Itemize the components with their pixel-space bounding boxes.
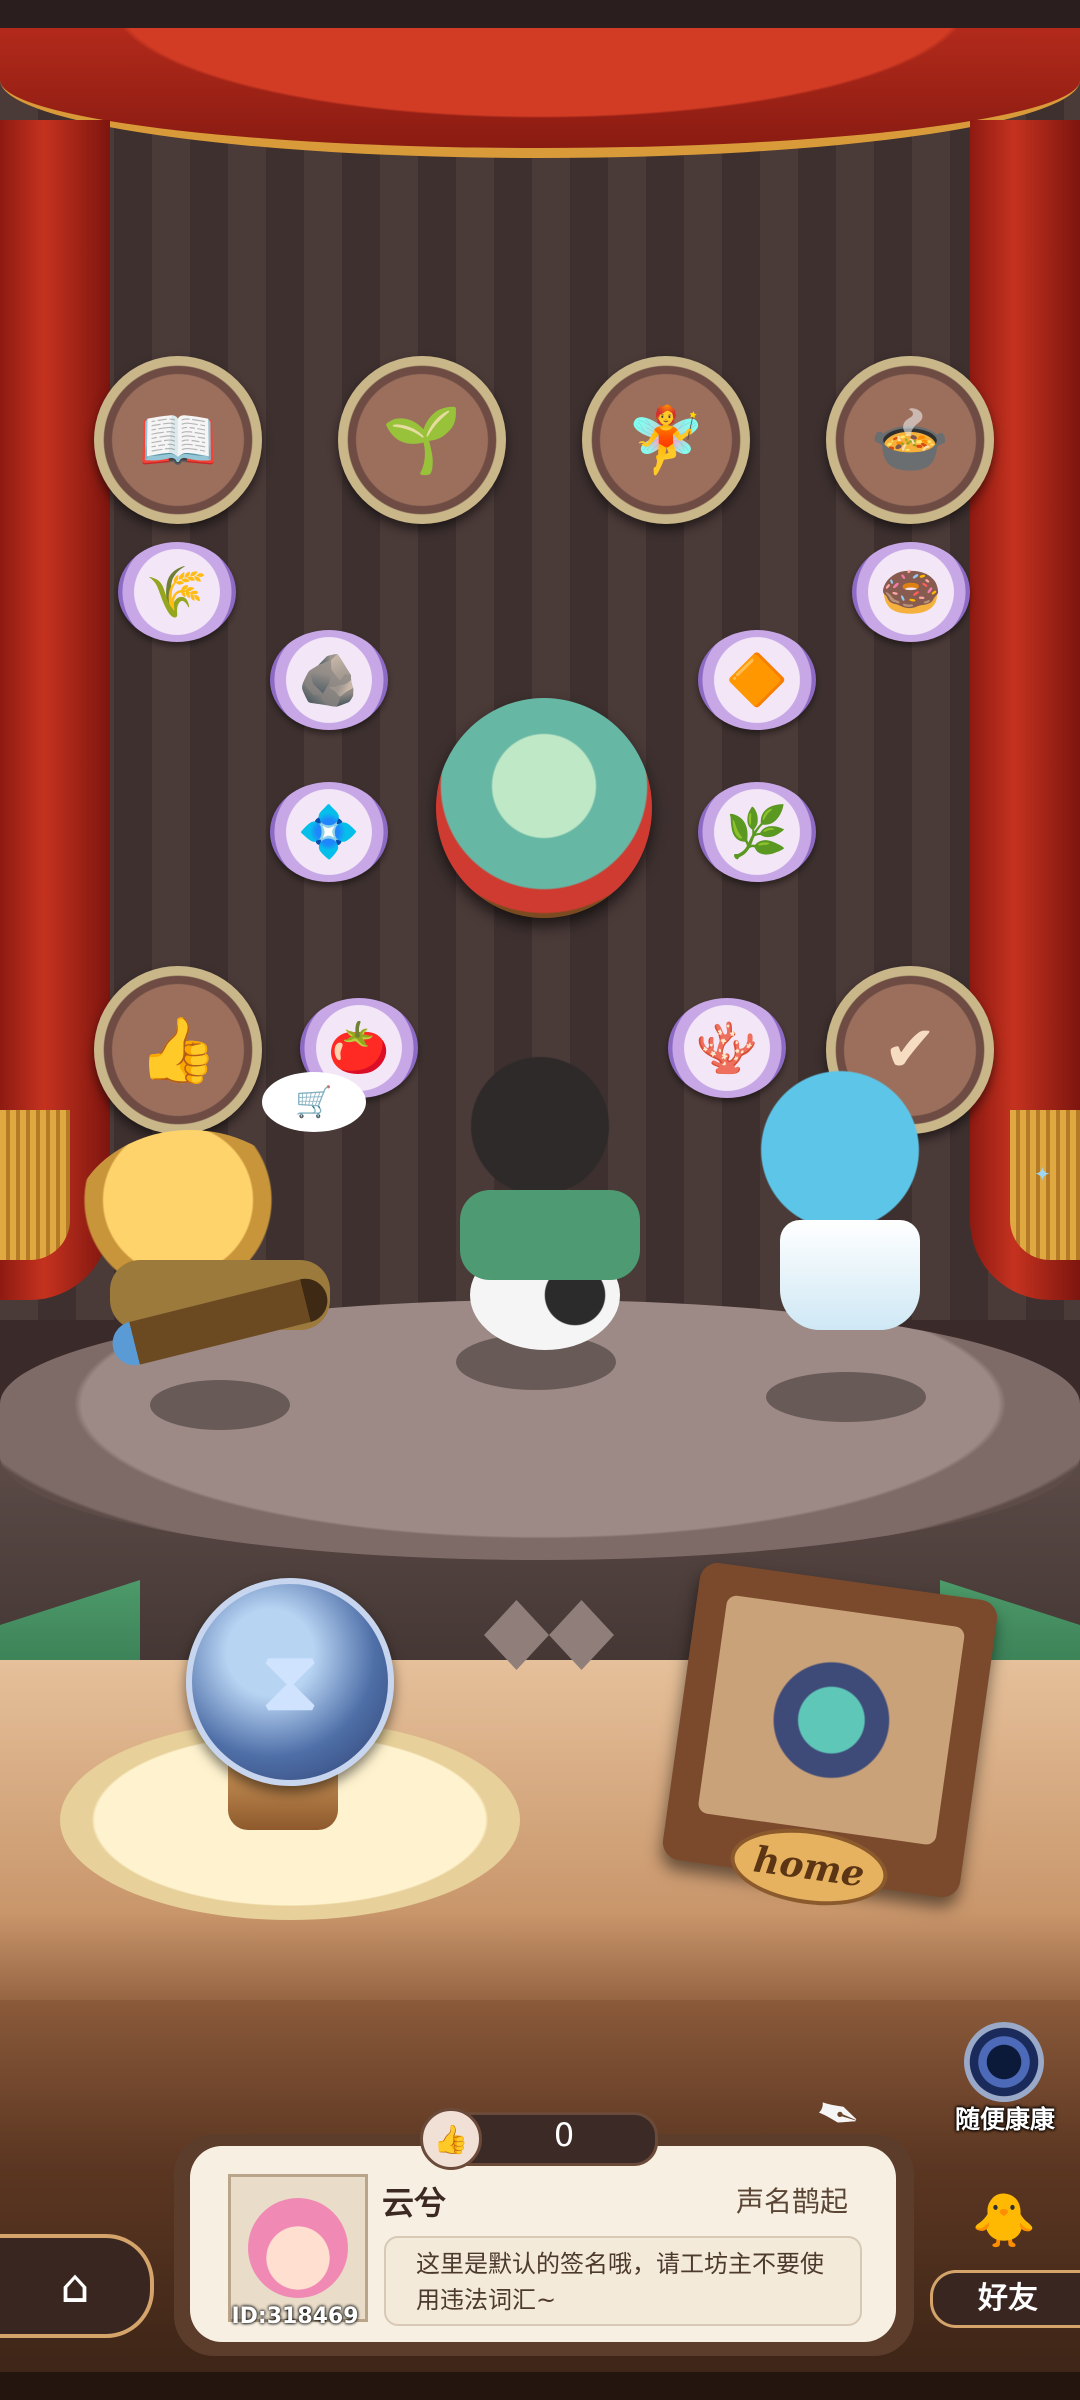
character-black-hair-body [460, 1190, 640, 1280]
hourglass-orb-button[interactable]: ⧗ [186, 1578, 394, 1786]
navigation-bar [0, 2372, 1080, 2400]
book-icon: 📖 [138, 403, 218, 478]
character-shadow [766, 1372, 926, 1422]
player-id: ID:318469 [231, 2304, 359, 2329]
friends-label: 好友 [930, 2270, 1080, 2328]
ore-icon: 🪨 [297, 650, 361, 709]
badge-thumb-up[interactable]: 👍 [94, 966, 262, 1134]
amber-icon: 🔶 [725, 650, 789, 709]
tomato-icon: 🍅 [327, 1018, 391, 1077]
token-ore[interactable]: 🪨 [270, 630, 388, 730]
like-button[interactable]: 👍 [420, 2108, 482, 2170]
random-visit-button[interactable]: 随便康康 [942, 2022, 1068, 2142]
signature-text: 这里是默认的签名哦，请工坊主不要使用违法词汇~ [416, 2250, 824, 2314]
badge-cauldron[interactable]: 🍲 [826, 356, 994, 524]
wheat-icon: 🌾 [145, 562, 209, 621]
sparkle-icon: ✦ [1034, 1162, 1051, 1186]
friends-icon: 🐥 [971, 2191, 1037, 2251]
sprout-icon: 🌱 [382, 403, 462, 478]
home-icon: ⌂ [60, 2259, 90, 2313]
cauldron-icon: 🍲 [870, 403, 950, 478]
status-bar [0, 0, 1080, 28]
character-blue-hair-body [780, 1220, 920, 1330]
herb-icon: 🌿 [725, 802, 789, 861]
token-amber[interactable]: 🔶 [698, 630, 816, 730]
token-branch[interactable]: 🪸 [668, 998, 786, 1098]
character-shadow [150, 1380, 290, 1430]
watermelon-medal[interactable] [436, 698, 652, 918]
cauldron-picture [697, 1594, 966, 1846]
token-donut[interactable]: 🍩 [852, 542, 970, 642]
player-name: 云兮 [382, 2184, 447, 2222]
friends-button[interactable]: 🐥 好友 [930, 2190, 1080, 2330]
token-herb[interactable]: 🌿 [698, 782, 816, 882]
thumb-up-icon: 👍 [138, 1013, 218, 1088]
reputation-title: 声名鹊起 [736, 2185, 849, 2218]
branch-icon: 🪸 [695, 1018, 759, 1077]
avatar[interactable] [228, 2174, 368, 2322]
cart-icon: 🛒 [295, 1084, 333, 1120]
badge-sprout[interactable]: 🌱 [338, 356, 506, 524]
home-button[interactable]: ⌂ [0, 2234, 154, 2338]
home-plate-label: home [751, 1838, 867, 1896]
hourglass-icon: ⧗ [259, 1631, 321, 1731]
gem-icon: 💠 [297, 802, 361, 861]
check-icon: ✔ [883, 1013, 937, 1087]
portal-icon [964, 2022, 1044, 2102]
token-wheat[interactable]: 🌾 [118, 542, 236, 642]
avatar-face [248, 2198, 348, 2298]
thought-bubble: 🛒 [262, 1072, 366, 1132]
thumb-up-icon: 👍 [433, 2122, 469, 2156]
signature-box[interactable]: 这里是默认的签名哦，请工坊主不要使用违法词汇~ [384, 2236, 862, 2326]
fairy-icon: 🧚 [626, 403, 706, 478]
curtain-fringe-left [0, 1110, 70, 1260]
random-visit-label: 随便康康 [954, 2105, 1055, 2134]
badge-fairy[interactable]: 🧚 [582, 356, 750, 524]
token-gem[interactable]: 💠 [270, 782, 388, 882]
donut-icon: 🍩 [879, 562, 943, 621]
like-count: 0 [553, 2116, 575, 2154]
badge-book[interactable]: 📖 [94, 356, 262, 524]
